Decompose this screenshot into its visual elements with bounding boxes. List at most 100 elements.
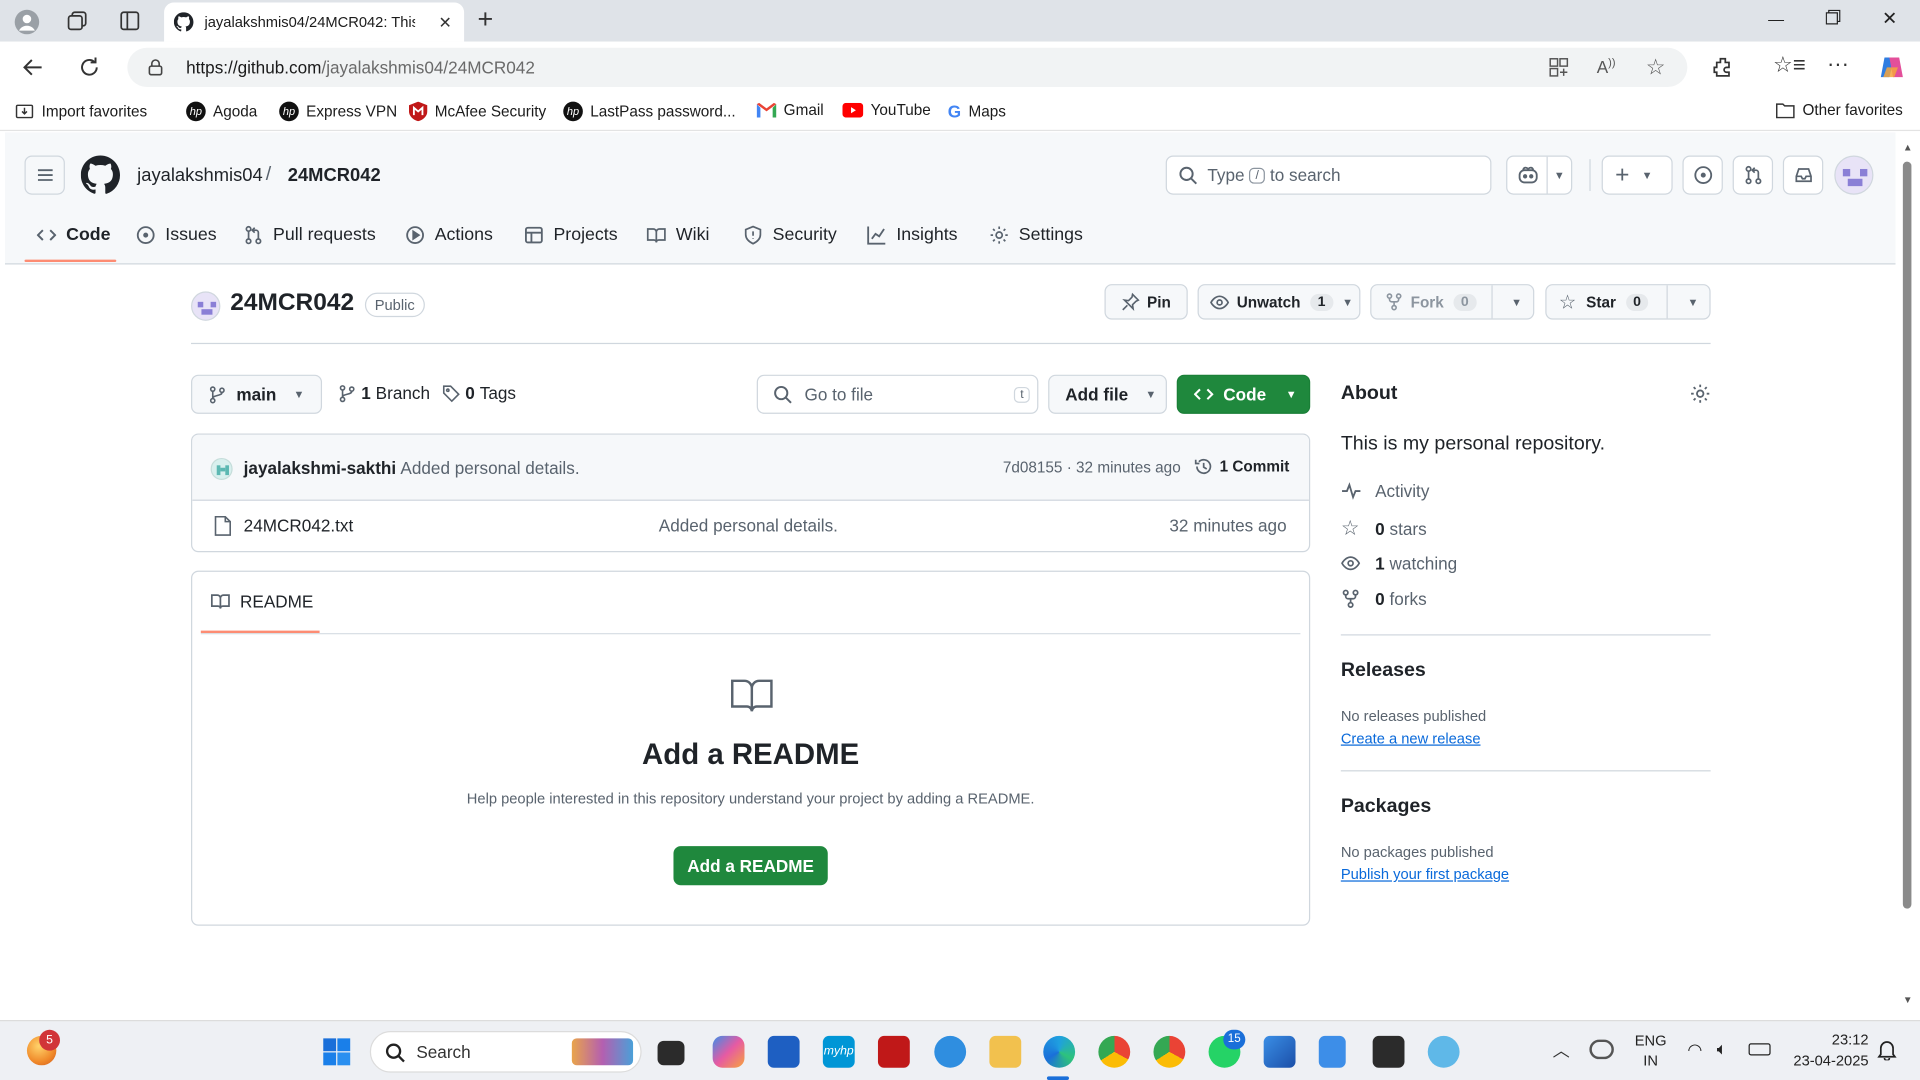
star-button[interactable]: ☆ Star 0 ▼	[1545, 284, 1711, 320]
commit-author[interactable]: jayalakshmi-sakthi	[244, 458, 396, 478]
star-dropdown-icon[interactable]: ▼	[1687, 296, 1698, 308]
workspaces-icon[interactable]	[65, 9, 92, 36]
pull-requests-header-button[interactable]	[1732, 155, 1774, 195]
photos-icon[interactable]	[1263, 1035, 1296, 1068]
create-release-link[interactable]: Create a new release	[1341, 730, 1481, 747]
publish-package-link[interactable]: Publish your first package	[1341, 866, 1509, 883]
branch-selector[interactable]: main ▼	[191, 374, 323, 414]
close-window-icon[interactable]: ✕	[1882, 7, 1897, 30]
github-logo-icon[interactable]	[80, 155, 121, 195]
fav-maps[interactable]: G Maps	[948, 102, 1006, 122]
create-new-button[interactable]: + ▼	[1601, 155, 1673, 195]
back-icon[interactable]	[20, 54, 47, 81]
file-explorer-icon[interactable]	[989, 1035, 1022, 1068]
readme-tab[interactable]: README	[210, 591, 313, 611]
app-available-icon[interactable]	[1548, 56, 1570, 78]
branches-link[interactable]: 1 Branch	[338, 383, 430, 403]
notepad-icon[interactable]	[1318, 1035, 1346, 1068]
taskbar-search[interactable]: Search	[369, 1031, 642, 1073]
file-commit-message[interactable]: Added personal details.	[659, 516, 838, 536]
favorites-icon[interactable]: ☆≡	[1773, 53, 1806, 79]
copilot-button[interactable]: ▼	[1506, 155, 1573, 195]
extensions-icon[interactable]	[1711, 55, 1735, 79]
url-field[interactable]: https://github.com/jayalakshmis04/24MCR0…	[127, 47, 1688, 87]
minimize-icon[interactable]: —	[1768, 10, 1784, 28]
onedrive-icon[interactable]	[1589, 1039, 1614, 1060]
restore-icon[interactable]	[1825, 9, 1841, 25]
tab-actions[interactable]: Actions	[405, 225, 493, 245]
notification-bell-icon[interactable]	[1877, 1038, 1897, 1061]
mcafee-icon[interactable]	[877, 1035, 910, 1068]
page-scrollbar[interactable]: ▲ ▼	[1896, 132, 1920, 1019]
tab-insights[interactable]: Insights	[867, 225, 958, 245]
battery-icon[interactable]	[1748, 1043, 1771, 1056]
paint-icon[interactable]	[1427, 1035, 1460, 1068]
refresh-icon[interactable]	[76, 54, 103, 81]
tags-link[interactable]: 0 Tags	[442, 383, 516, 403]
lock-icon[interactable]	[146, 58, 166, 78]
language-code[interactable]: ENG	[1635, 1032, 1667, 1049]
active-tab[interactable]: jayalakshmis04/24MCR042: This is ✕	[164, 2, 465, 42]
other-favorites[interactable]: Other favorites	[1776, 102, 1903, 119]
search-input[interactable]: Type / to search	[1165, 155, 1492, 195]
commit-sha-time[interactable]: 7d08155 · 32 minutes ago	[1003, 459, 1181, 476]
tab-security[interactable]: Security	[743, 225, 837, 245]
clock-date[interactable]: 23-04-2025	[1788, 1052, 1868, 1069]
repo-title[interactable]: 24MCR042	[230, 289, 354, 317]
tab-code[interactable]: Code	[36, 225, 111, 245]
stars-link[interactable]: ☆ 0 stars	[1341, 517, 1427, 541]
add-readme-button[interactable]: Add a README	[673, 846, 828, 886]
scrollbar-thumb[interactable]	[1902, 161, 1912, 909]
fork-dropdown-icon[interactable]: ▼	[1511, 296, 1522, 308]
issues-header-button[interactable]	[1682, 155, 1723, 195]
language-region[interactable]: IN	[1635, 1052, 1667, 1069]
tab-settings[interactable]: Settings	[989, 225, 1083, 245]
new-tab-icon[interactable]: +	[478, 6, 505, 34]
user-avatar[interactable]	[1834, 155, 1874, 195]
packages-title[interactable]: Packages	[1341, 796, 1431, 818]
chrome-icon[interactable]	[1098, 1035, 1131, 1068]
clock-time[interactable]: 23:12	[1788, 1031, 1869, 1048]
gear-icon[interactable]	[1690, 383, 1711, 404]
favorite-star-icon[interactable]: ☆	[1646, 55, 1666, 81]
more-menu-icon[interactable]: ···	[1827, 51, 1849, 77]
commit-message[interactable]: Added personal details.	[400, 458, 579, 478]
copilot-app-icon[interactable]	[712, 1035, 745, 1068]
author-avatar[interactable]	[210, 457, 233, 481]
tab-wiki[interactable]: Wiki	[646, 225, 709, 245]
wifi-icon[interactable]: ◠	[1687, 1040, 1702, 1061]
add-file-button[interactable]: Add file ▼	[1048, 374, 1167, 414]
help-icon[interactable]	[934, 1035, 967, 1068]
fav-mcafee[interactable]: McAfee Security	[408, 101, 546, 122]
scroll-up-icon[interactable]: ▲	[1903, 142, 1913, 153]
fork-button[interactable]: Fork 0 ▼	[1370, 284, 1535, 320]
file-name[interactable]: 24MCR042.txt	[244, 516, 354, 536]
volume-icon[interactable]: 🔈︎	[1717, 1038, 1727, 1059]
store-icon[interactable]	[767, 1035, 800, 1068]
watch-dropdown-icon[interactable]: ▼	[1342, 296, 1353, 308]
unwatch-button[interactable]: Unwatch 1 ▼	[1197, 284, 1361, 320]
profile-icon[interactable]	[13, 9, 40, 36]
fav-import[interactable]: Import favorites	[15, 102, 147, 122]
commits-link[interactable]: 1 Commit	[1194, 457, 1289, 477]
close-tab-icon[interactable]: ✕	[438, 13, 451, 33]
activity-link[interactable]: Activity	[1341, 481, 1429, 501]
fav-expressvpn[interactable]: hp Express VPN	[279, 101, 397, 122]
tab-projects[interactable]: Projects	[524, 225, 618, 245]
breadcrumb-repo[interactable]: 24MCR042	[288, 165, 381, 186]
go-to-file-input[interactable]: Go to file t	[756, 374, 1039, 414]
windows-start-icon[interactable]	[322, 1037, 351, 1066]
pin-button[interactable]: Pin	[1104, 284, 1188, 320]
copilot-icon[interactable]	[1877, 53, 1906, 82]
task-view-icon[interactable]	[657, 1040, 685, 1066]
watching-link[interactable]: 1 watching	[1341, 553, 1457, 573]
fav-lastpass[interactable]: hp LastPass password...	[563, 101, 736, 122]
breadcrumb-owner[interactable]: jayalakshmis04	[137, 165, 263, 186]
hamburger-menu-button[interactable]	[24, 155, 65, 195]
fav-gmail[interactable]: Gmail	[756, 102, 824, 119]
table-row[interactable]: 24MCR042.txt Added personal details. 32 …	[192, 501, 1309, 551]
myhp-icon[interactable]: myhp	[822, 1035, 855, 1068]
fav-agoda[interactable]: hp Agoda	[186, 101, 257, 122]
fav-youtube[interactable]: YouTube	[842, 102, 931, 119]
scroll-down-icon[interactable]: ▼	[1903, 994, 1913, 1005]
